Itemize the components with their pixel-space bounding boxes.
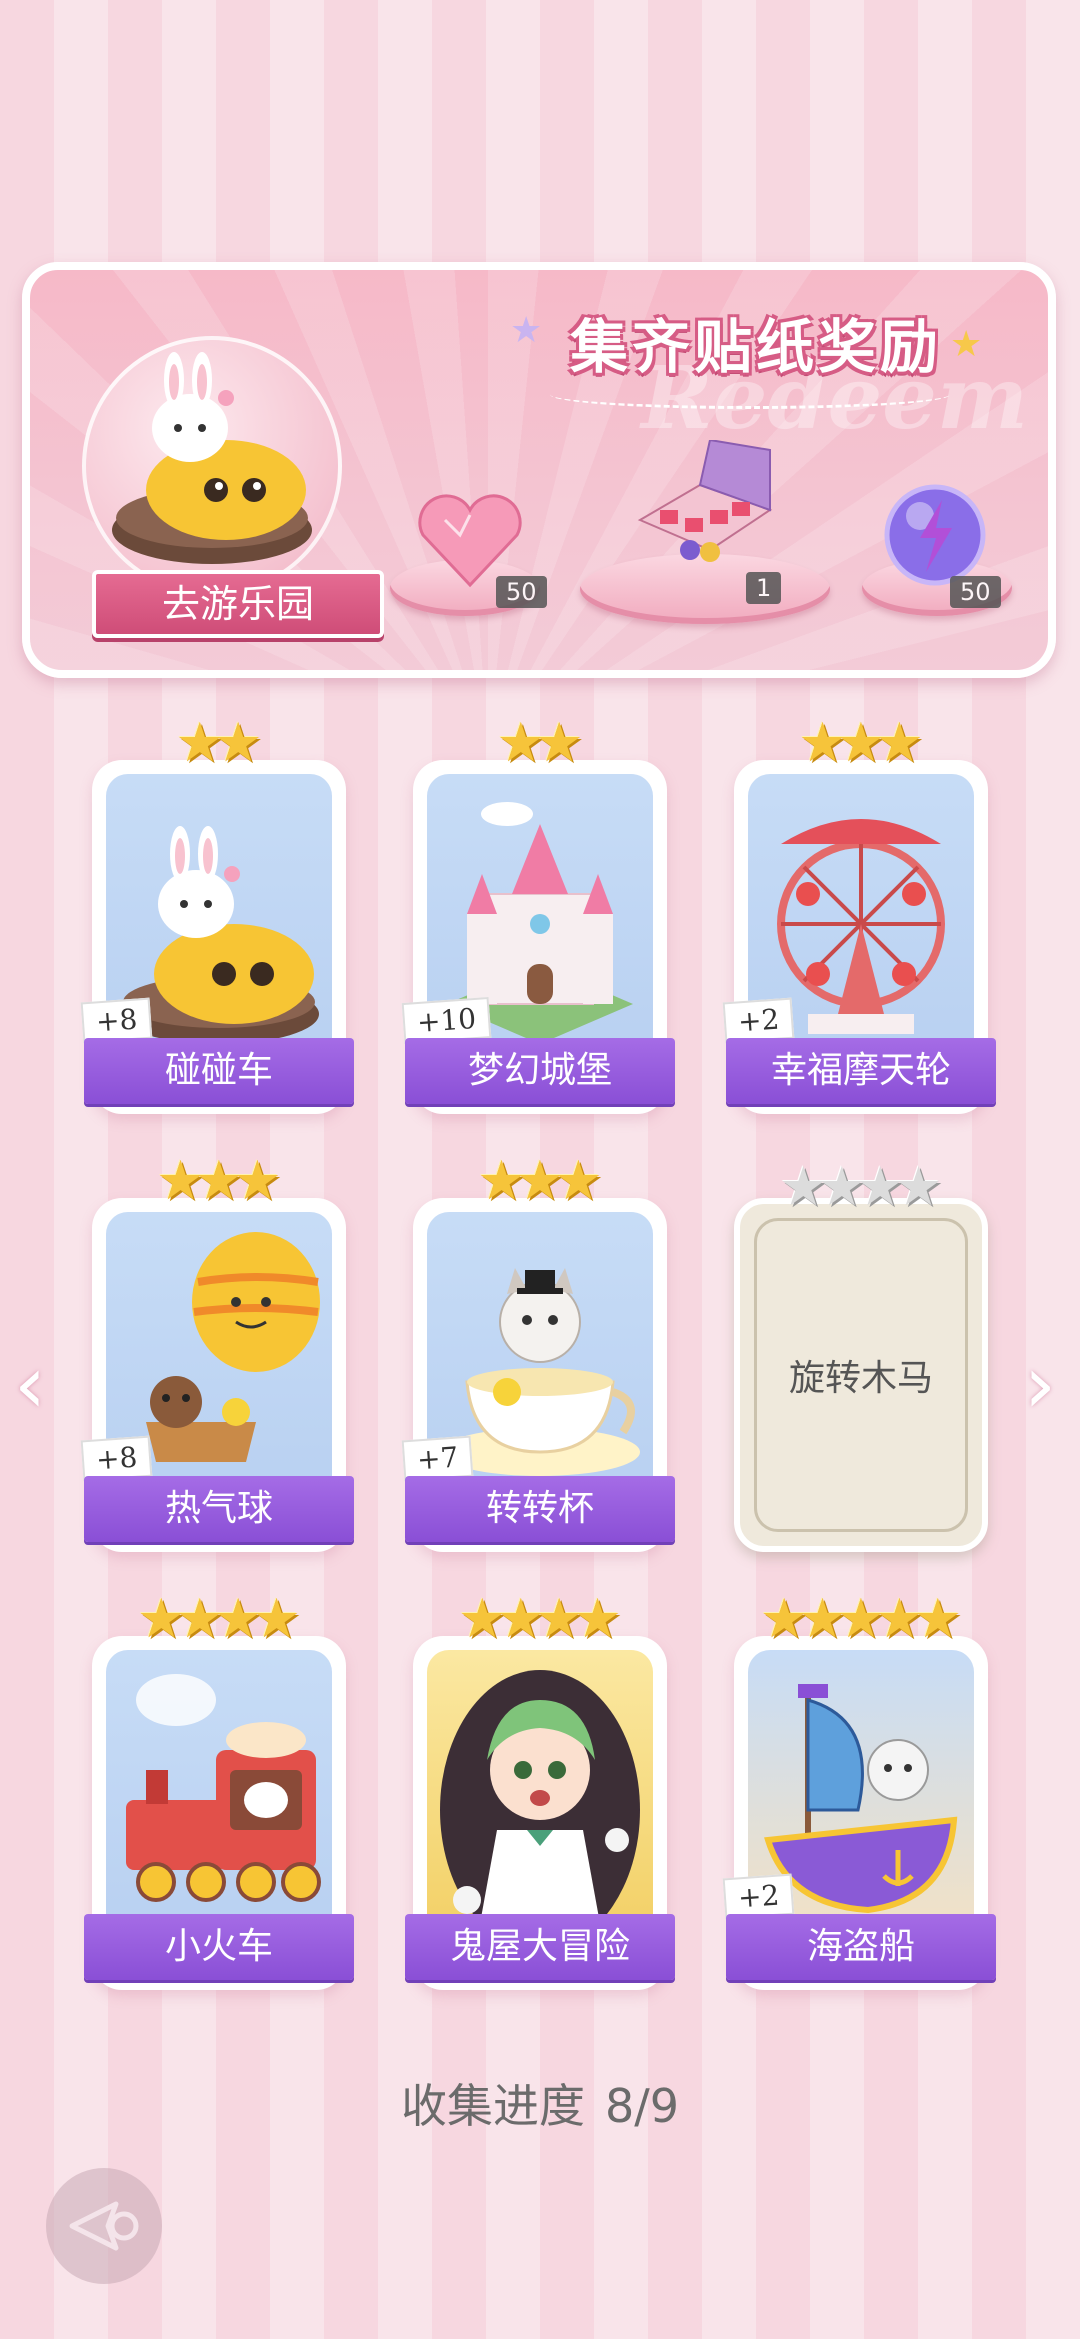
bumper-car-bubble[interactable] [82, 336, 342, 596]
card-title: 海盗船 [726, 1914, 996, 1980]
sticker-card[interactable]: ★★★ +7 转转杯 [401, 1154, 675, 1552]
reward-count: 50 [950, 576, 1001, 608]
star-rating: ★★★★ [137, 1587, 301, 1650]
chevron-right-icon[interactable]: › [1024, 1345, 1064, 1425]
collection-progress: 收集进度 8/9 [0, 2070, 1080, 2136]
back-button[interactable] [46, 2168, 162, 2284]
reward-count: 50 [496, 576, 547, 608]
sticker-card[interactable]: ★★★ +8 热气球 [80, 1154, 354, 1552]
bonus-badge: +10 [401, 997, 492, 1044]
banner-title: 集齐贴纸奖励 [570, 313, 943, 381]
star-rating: ★★★ [798, 711, 924, 774]
energy-orb-icon [884, 484, 986, 586]
bonus-badge: +8 [80, 997, 153, 1044]
haunted-house-icon [440, 1670, 640, 1950]
card-title: 鬼屋大冒险 [405, 1914, 675, 1980]
star-rating: ★★★★★ [759, 1587, 963, 1650]
star-rating: ★★ [175, 711, 263, 774]
star-decoration-icon: ★ [510, 310, 543, 351]
locked-card-title: 旋转木马 [754, 1218, 968, 1532]
locked-sticker-card[interactable]: ★★★★ 旋转木马 [734, 1160, 988, 1552]
sticker-card[interactable]: ★★★ +2 幸福摩天轮 [722, 716, 996, 1114]
train-icon [126, 1674, 321, 1902]
bonus-badge: +8 [80, 1435, 153, 1482]
card-title: 转转杯 [405, 1476, 675, 1542]
card-art [106, 1650, 332, 1950]
heart-gem-icon [418, 494, 522, 588]
card-title: 热气球 [84, 1476, 354, 1542]
back-arrow-icon [69, 2201, 139, 2251]
star-rating: ★★ [496, 711, 584, 774]
reward-count: 1 [746, 572, 782, 604]
star-rating: ★★★ [477, 1149, 603, 1212]
progress-label: 收集进度 [400, 2079, 585, 2133]
bunny-bumper-car-icon [112, 352, 312, 564]
card-title: 梦幻城堡 [405, 1038, 675, 1104]
sticker-card[interactable]: ★★ +10 梦幻城堡 [401, 716, 675, 1114]
star-rating: ★★★★ [458, 1587, 622, 1650]
card-title: 小火车 [84, 1914, 354, 1980]
chevron-left-icon[interactable]: ‹ [14, 1345, 54, 1425]
sticker-card[interactable]: ★★★★ 小火车 [84, 1592, 354, 1990]
sticker-card[interactable]: ★★★★★ +2 海盗船 [722, 1592, 996, 1990]
gift-box-icon [637, 440, 773, 562]
card-art [427, 1650, 653, 1950]
bonus-badge: +7 [401, 1435, 474, 1482]
star-decoration-icon: ★ [950, 324, 983, 365]
progress-value: 8/9 [604, 2079, 680, 2133]
star-rating: ★★★ [156, 1149, 282, 1212]
reward-banner: Redeem 集齐贴纸奖励 ★ ★ 去游乐园 50 1 50 [22, 262, 1056, 678]
card-title: 幸福摩天轮 [726, 1038, 996, 1104]
sticker-card[interactable]: ★★★★ 鬼屋大冒险 [405, 1592, 675, 1990]
bonus-badge: +2 [722, 997, 795, 1044]
card-title: 碰碰车 [84, 1038, 354, 1104]
sticker-card[interactable]: ★★ +8 碰碰车 [80, 716, 354, 1114]
bonus-badge: +2 [722, 1873, 795, 1920]
star-rating: ★★★★ [779, 1155, 943, 1218]
go-to-amusement-park-button[interactable]: 去游乐园 [92, 570, 384, 638]
title-dash-decoration [550, 380, 950, 409]
